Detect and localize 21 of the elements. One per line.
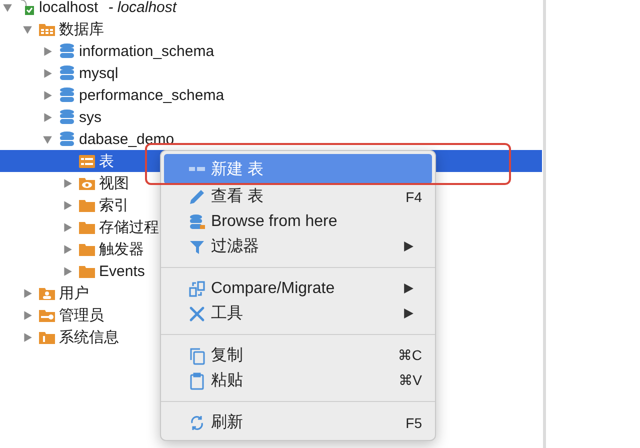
tree-label: mysql bbox=[79, 64, 118, 82]
tree-label: sys bbox=[79, 108, 102, 126]
shortcut-label: F4 bbox=[406, 188, 422, 204]
tree-label: 用户 bbox=[59, 284, 89, 302]
tree-label: 管理员 bbox=[59, 306, 104, 324]
tree-label: Events bbox=[99, 262, 145, 280]
tree-label: performance_schema bbox=[79, 86, 224, 104]
tree-label: 数据库 bbox=[59, 20, 104, 38]
tree-label: dabase_demo bbox=[79, 130, 174, 148]
tree-label: 索引 bbox=[99, 196, 129, 214]
shortcut-label: ⌘V bbox=[398, 372, 422, 389]
shortcut-label: ⌘C bbox=[398, 347, 422, 364]
tree-label: 存储过程 bbox=[99, 218, 159, 236]
tree-label: 表 bbox=[99, 152, 114, 170]
tree-label: localhost bbox=[39, 0, 98, 16]
shortcut-label: F5 bbox=[406, 414, 422, 430]
host-label: - localhost bbox=[108, 0, 177, 16]
tree-label: information_schema bbox=[79, 42, 214, 60]
tree-label: 视图 bbox=[99, 174, 129, 192]
tree-label: 系统信息 bbox=[59, 328, 119, 346]
tree-label: 触发器 bbox=[99, 240, 144, 258]
